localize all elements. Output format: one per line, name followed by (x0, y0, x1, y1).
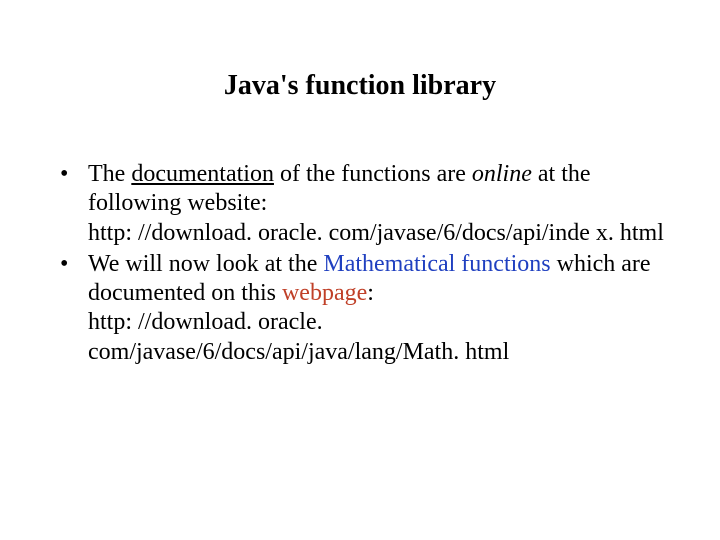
text: We will now look at the (88, 251, 323, 277)
bullet-list: The documentation of the functions are o… (50, 160, 670, 367)
underlined-word-documentation: documentation (131, 161, 274, 187)
bullet-item-1: The documentation of the functions are o… (50, 160, 670, 248)
slide-title: Java's function library (50, 70, 670, 102)
url-text-1: http: //download. oracle. com/javase/6/d… (88, 219, 670, 248)
text: The (88, 161, 131, 187)
text: of the functions are (274, 161, 472, 187)
italic-word-online: online (472, 161, 532, 187)
red-text-webpage: webpage (282, 280, 367, 306)
slide: Java's function library The documentatio… (0, 0, 720, 540)
url-text-2: http: //download. oracle. com/javase/6/d… (88, 308, 670, 367)
blue-text-mathematical-functions: Mathematical functions (323, 251, 550, 277)
bullet-item-2: We will now look at the Mathematical fun… (50, 250, 670, 367)
text: : (367, 280, 374, 306)
